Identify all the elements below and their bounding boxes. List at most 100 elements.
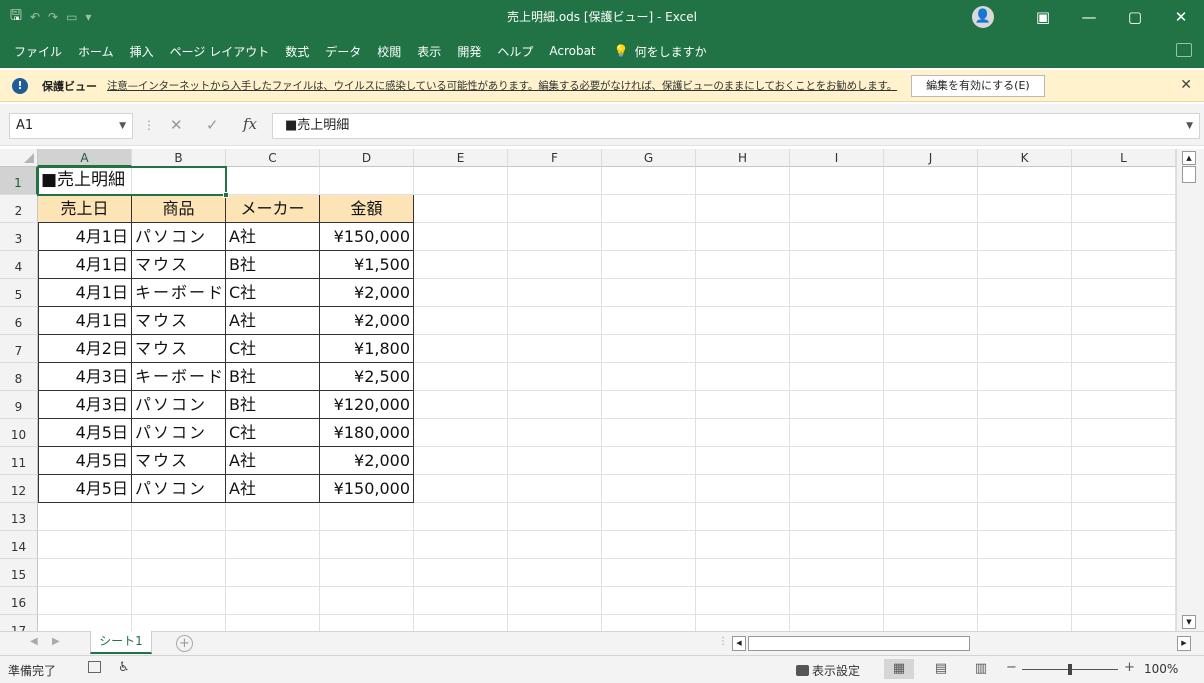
row-header-10[interactable]: 10 <box>0 419 38 447</box>
table-cell[interactable]: C社 <box>226 279 320 307</box>
grid-cell[interactable] <box>696 419 790 447</box>
grid-cell[interactable] <box>884 419 978 447</box>
grid-cell[interactable] <box>38 615 132 631</box>
grid-cell[interactable] <box>884 251 978 279</box>
grid-cell[interactable] <box>884 195 978 223</box>
grid-cell[interactable] <box>696 251 790 279</box>
row-header-12[interactable]: 12 <box>0 475 38 503</box>
table-cell[interactable]: 4月1日 <box>38 223 132 251</box>
grid-cell[interactable] <box>696 307 790 335</box>
grid-cell[interactable] <box>602 223 696 251</box>
grid-cell[interactable] <box>414 195 508 223</box>
grid-cell[interactable] <box>414 587 508 615</box>
table-cell[interactable]: B社 <box>226 391 320 419</box>
grid-cell[interactable] <box>696 195 790 223</box>
grid-cell[interactable] <box>978 363 1072 391</box>
grid-cell[interactable] <box>978 531 1072 559</box>
grid-cell[interactable] <box>884 615 978 631</box>
grid-cell[interactable] <box>414 307 508 335</box>
grid-cell[interactable] <box>1072 559 1176 587</box>
grid-cell[interactable] <box>226 167 320 195</box>
page-break-view-icon[interactable]: ▥ <box>966 659 996 679</box>
grid-cell[interactable] <box>414 335 508 363</box>
grid-cell[interactable] <box>1072 167 1176 195</box>
grid-cell[interactable] <box>790 195 884 223</box>
next-sheet-icon[interactable]: ▶ <box>52 636 60 647</box>
row-header-1[interactable]: 1 <box>0 167 38 195</box>
grid-cell[interactable] <box>226 531 320 559</box>
grid-cell[interactable] <box>884 335 978 363</box>
grid-cell[interactable] <box>790 419 884 447</box>
display-settings-button[interactable]: 表示設定 <box>796 662 860 679</box>
grid-cell[interactable] <box>978 475 1072 503</box>
grid-cell[interactable] <box>414 503 508 531</box>
protected-view-message[interactable]: 注意—インターネットから入手したファイルは、ウイルスに感染している可能性がありま… <box>107 78 897 93</box>
grid-cell[interactable] <box>508 447 602 475</box>
table-header-cell[interactable]: 売上日 <box>38 195 132 223</box>
grid-cell[interactable] <box>602 195 696 223</box>
grid-cell[interactable] <box>602 419 696 447</box>
table-cell[interactable]: ¥1,500 <box>320 251 414 279</box>
table-cell[interactable]: パソコン <box>132 419 226 447</box>
table-cell[interactable]: ¥2,000 <box>320 307 414 335</box>
table-cell[interactable]: マウス <box>132 251 226 279</box>
grid-cell[interactable] <box>978 503 1072 531</box>
table-cell[interactable]: A社 <box>226 307 320 335</box>
tab-review[interactable]: 校閲 <box>369 43 409 60</box>
grid-cell[interactable] <box>508 559 602 587</box>
scroll-down-icon[interactable]: ▼ <box>1182 615 1196 629</box>
grid-cell[interactable] <box>602 307 696 335</box>
grid-cell[interactable] <box>132 587 226 615</box>
column-header-j[interactable]: J <box>884 149 978 167</box>
grid-cell[interactable] <box>320 503 414 531</box>
table-header-cell[interactable]: 金額 <box>320 195 414 223</box>
table-cell[interactable]: ¥2,500 <box>320 363 414 391</box>
grid-cell[interactable] <box>696 391 790 419</box>
tab-acrobat[interactable]: Acrobat <box>541 44 603 58</box>
ribbon-display-icon[interactable]: ▣ <box>1020 8 1066 26</box>
row-header-16[interactable]: 16 <box>0 587 38 615</box>
grid-cell[interactable] <box>790 447 884 475</box>
grid-cell[interactable] <box>414 167 508 195</box>
grid-cell[interactable] <box>414 531 508 559</box>
grid-cell[interactable] <box>696 223 790 251</box>
grid-cell[interactable] <box>696 279 790 307</box>
grid-cell[interactable] <box>696 559 790 587</box>
table-cell[interactable]: A社 <box>226 223 320 251</box>
table-cell[interactable]: ¥150,000 <box>320 475 414 503</box>
row-header-6[interactable]: 6 <box>0 307 38 335</box>
grid-cell[interactable] <box>790 307 884 335</box>
grid-cell[interactable] <box>132 503 226 531</box>
tell-me-search[interactable]: 💡 何をしますか <box>604 43 707 60</box>
table-cell[interactable]: ¥180,000 <box>320 419 414 447</box>
grid-cell[interactable] <box>414 363 508 391</box>
grid-cell[interactable] <box>696 615 790 631</box>
grid-cell[interactable] <box>508 195 602 223</box>
grid-cell[interactable] <box>602 391 696 419</box>
grid-cell[interactable] <box>696 167 790 195</box>
grid-cell[interactable] <box>696 475 790 503</box>
grid-cell[interactable] <box>884 475 978 503</box>
grid-cell[interactable] <box>1072 307 1176 335</box>
grid-cell[interactable] <box>978 195 1072 223</box>
grid-cell[interactable] <box>790 391 884 419</box>
grid-cell[interactable] <box>790 531 884 559</box>
table-cell[interactable]: ¥150,000 <box>320 223 414 251</box>
vertical-scrollbar[interactable]: ▲ ▼ <box>1176 149 1204 631</box>
prev-sheet-icon[interactable]: ◀ <box>30 636 38 647</box>
cancel-icon[interactable]: ✕ <box>170 116 183 134</box>
expand-formula-icon[interactable]: ▼ <box>1186 114 1193 138</box>
grid-cell[interactable] <box>790 615 884 631</box>
grid-cell[interactable] <box>38 587 132 615</box>
grid-cell[interactable] <box>508 587 602 615</box>
table-cell[interactable]: B社 <box>226 363 320 391</box>
grid-cell[interactable] <box>508 363 602 391</box>
grid-cell[interactable] <box>790 475 884 503</box>
table-cell[interactable]: マウス <box>132 307 226 335</box>
grid-cell[interactable] <box>790 167 884 195</box>
grid-cell[interactable] <box>602 335 696 363</box>
grid-cell[interactable] <box>978 391 1072 419</box>
grid-cell[interactable] <box>696 503 790 531</box>
grid-cell[interactable] <box>978 251 1072 279</box>
grid-cell[interactable] <box>602 167 696 195</box>
